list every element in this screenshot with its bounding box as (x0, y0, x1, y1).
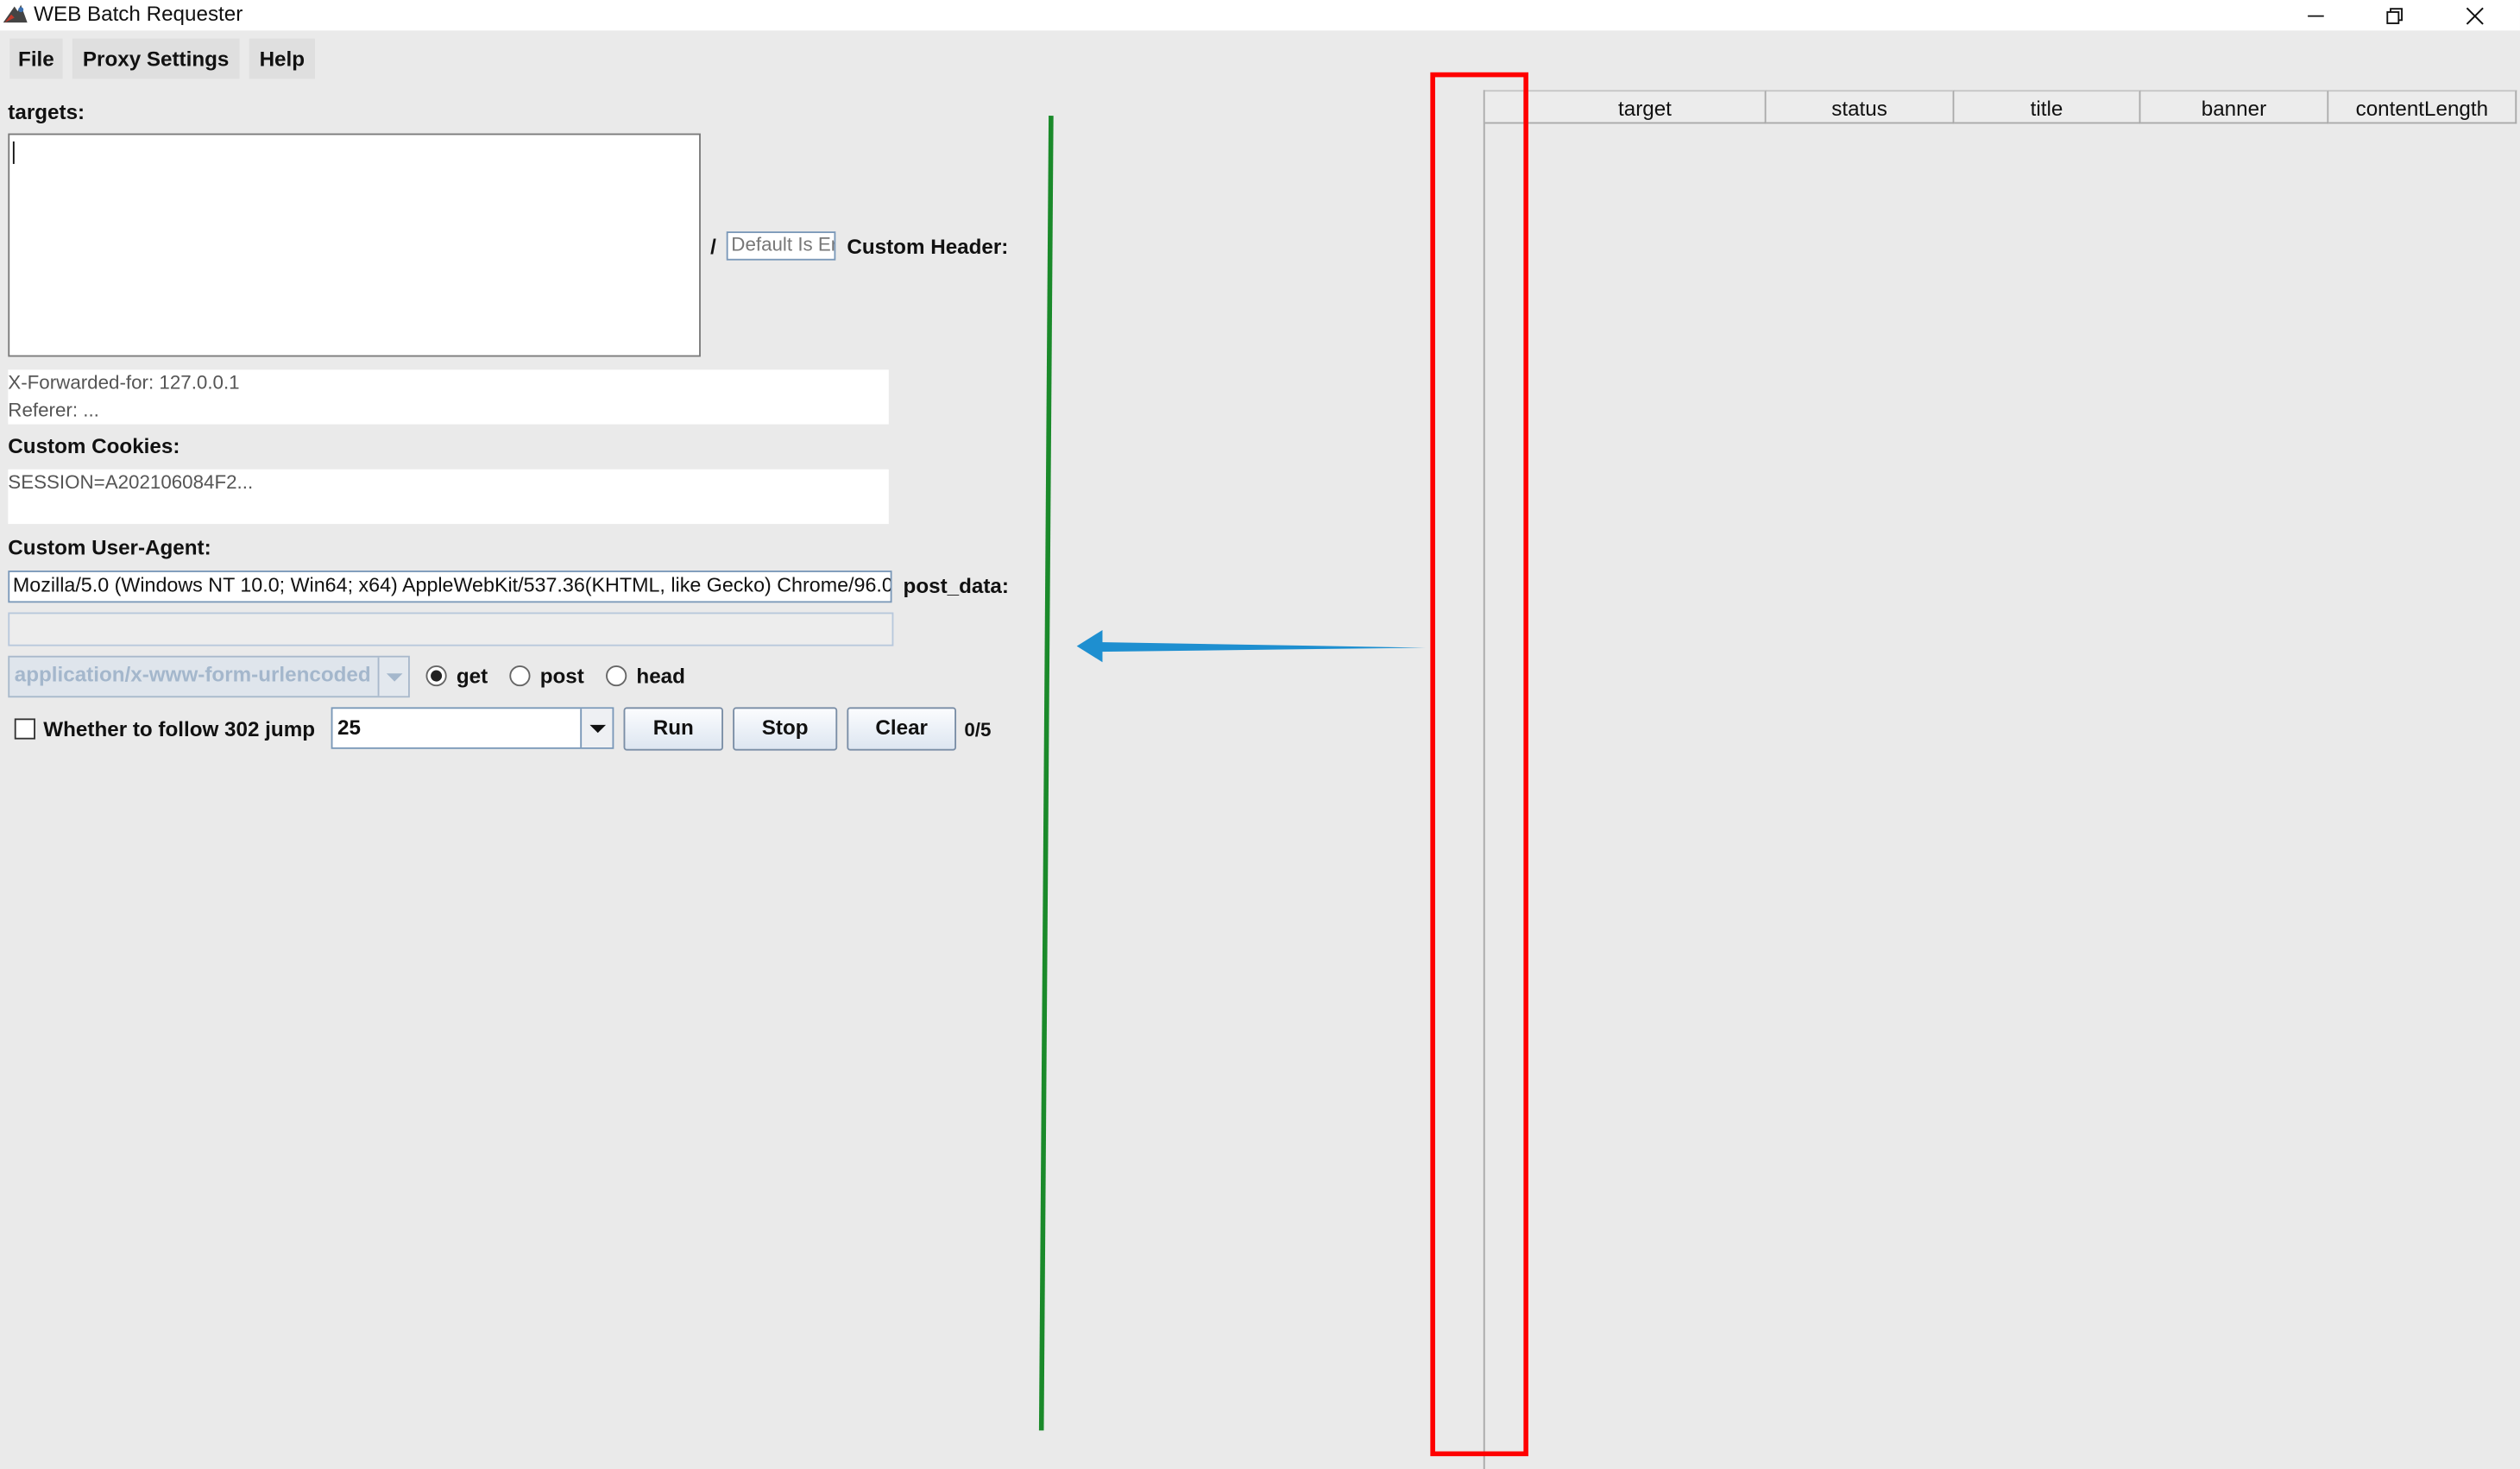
left-arrow-icon (1076, 629, 1426, 663)
highlight-box (1430, 72, 1528, 1457)
green-divider-line (1038, 116, 1054, 1431)
annotation-overlay (1038, 72, 1528, 1457)
